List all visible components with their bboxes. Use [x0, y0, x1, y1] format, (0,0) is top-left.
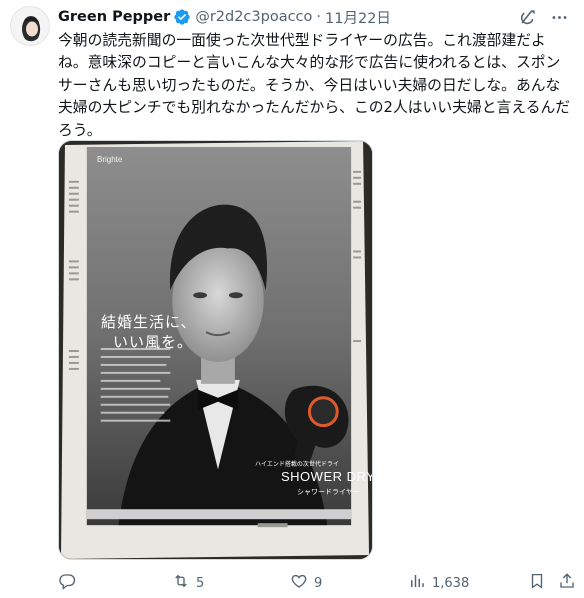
repost-icon	[172, 572, 190, 594]
views-icon	[408, 572, 426, 594]
author-name[interactable]: Green Pepper	[58, 9, 170, 25]
like-count: 9	[314, 575, 323, 591]
tweet-date[interactable]: 11月22日	[325, 7, 391, 28]
separator-dot: ·	[316, 9, 322, 25]
more-icon[interactable]	[548, 6, 570, 28]
ad-product-kana: シャワードライヤー	[297, 489, 360, 496]
views-button[interactable]: 1,638	[408, 570, 469, 596]
verified-badge-icon	[173, 8, 191, 26]
tweet-text: 今朝の読売新聞の一面使った次世代型ドライヤーの広告。これ渡部建だよね。意味深のコ…	[58, 32, 571, 139]
bookmark-icon	[528, 572, 546, 594]
ad-product-sub: ハイエンド搭載の次世代ドライ	[255, 462, 339, 468]
tweet-header: Green Pepper @r2d2c3poacco · 11月22日	[58, 6, 570, 28]
action-bar: 5 9 1,638	[58, 570, 574, 596]
repost-button[interactable]: 5	[172, 570, 204, 596]
grok-icon[interactable]	[516, 6, 538, 28]
reply-button[interactable]	[58, 570, 82, 596]
like-button[interactable]: 9	[290, 570, 322, 596]
tweet[interactable]: Green Pepper @r2d2c3poacco · 11月22日 今朝の読…	[0, 0, 584, 598]
heart-icon	[290, 572, 308, 594]
ad-headline-2: いい風を。	[113, 333, 194, 351]
share-button[interactable]	[558, 570, 576, 596]
avatar[interactable]	[10, 6, 50, 46]
bookmark-button[interactable]	[528, 570, 546, 596]
ad-brand: Brighte	[97, 155, 123, 164]
reply-icon	[58, 572, 76, 594]
share-icon	[558, 572, 576, 594]
views-count: 1,638	[432, 575, 470, 591]
repost-count: 5	[196, 575, 205, 591]
author-handle[interactable]: @r2d2c3poacco	[195, 9, 312, 25]
ad-headline-1: 結婚生活に、	[101, 313, 197, 331]
ad-product-name: SHOWER DRY	[281, 469, 373, 484]
tweet-photo[interactable]: Brighte 結婚生活に、 いい風を。 ハイエンド搭載の次世代ドライ SHOW…	[58, 140, 373, 560]
